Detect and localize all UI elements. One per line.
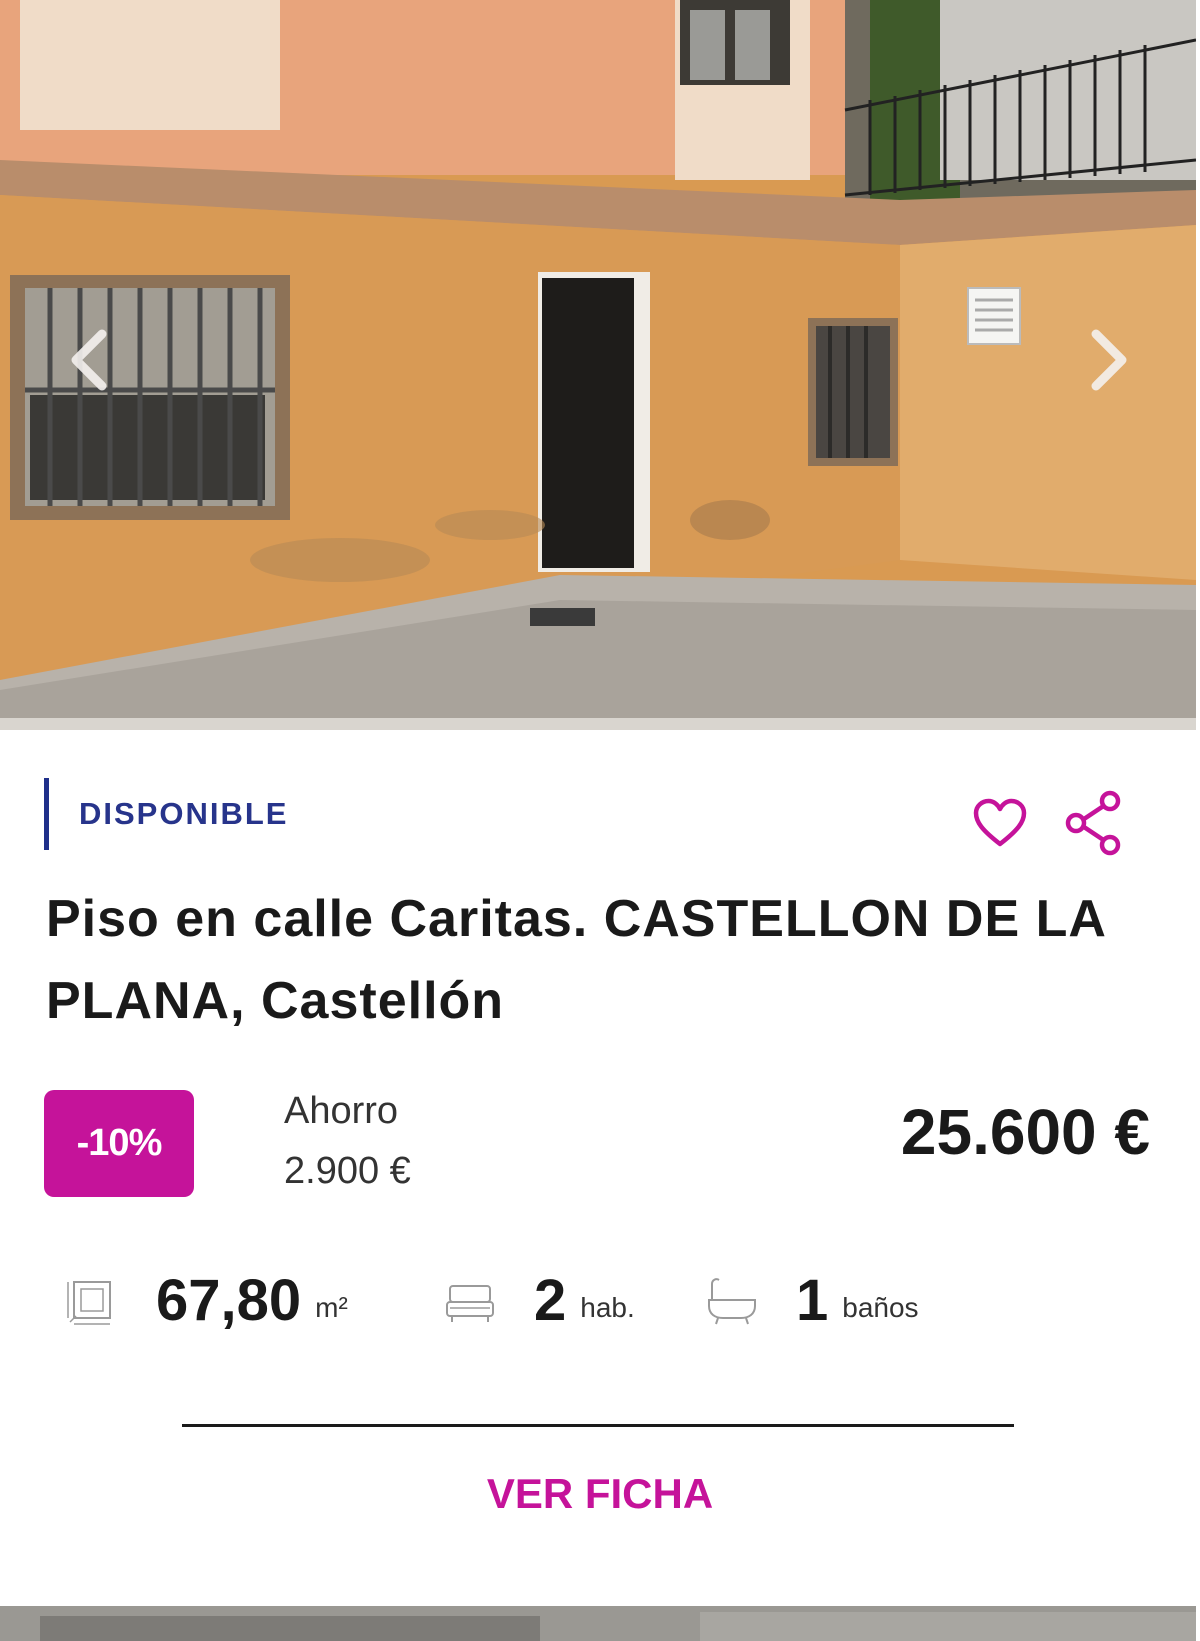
feature-area: 67,80 m²	[66, 1255, 348, 1345]
bedrooms-value: 2	[534, 1267, 567, 1333]
bathtub-icon	[708, 1278, 756, 1325]
area-unit: m²	[315, 1292, 348, 1323]
view-details-button[interactable]: VER FICHA	[0, 1470, 1200, 1518]
status-label: DISPONIBLE	[79, 796, 289, 831]
favorite-button[interactable]	[972, 796, 1028, 852]
savings-label: Ahorro	[284, 1090, 399, 1132]
chevron-left-icon	[71, 329, 107, 391]
property-photo[interactable]	[0, 0, 1196, 730]
share-icon	[1065, 790, 1121, 856]
property-card: DISPONIBLE Piso en calle Caritas. CASTEL…	[0, 0, 1200, 1600]
feature-bathrooms: 1 baños	[706, 1255, 919, 1345]
floorplan-icon	[67, 1281, 111, 1325]
photo-next-button[interactable]	[1080, 320, 1140, 400]
share-button[interactable]	[1062, 790, 1124, 856]
divider	[182, 1424, 1014, 1427]
area-value: 67,80	[156, 1267, 302, 1333]
photo-prev-button[interactable]	[58, 320, 118, 400]
bathrooms-value: 1	[796, 1267, 829, 1333]
discount-badge: -10%	[44, 1090, 194, 1197]
price: 25.600 €	[900, 1096, 1150, 1168]
property-title[interactable]: Piso en calle Caritas. CASTELLON DE LA P…	[46, 878, 1156, 1042]
heart-icon	[973, 798, 1027, 847]
bedrooms-unit: hab.	[580, 1292, 635, 1323]
status-bar	[44, 778, 49, 850]
status-badge: DISPONIBLE	[44, 778, 288, 850]
savings-value: 2.900 €	[284, 1150, 411, 1192]
feature-bedrooms: 2 hab.	[444, 1255, 635, 1345]
bed-icon	[446, 1285, 494, 1322]
features-row: 67,80 m² 2 hab. 1 baños	[66, 1255, 1146, 1345]
next-listing-photo[interactable]	[0, 1606, 1196, 1641]
bathrooms-unit: baños	[842, 1292, 919, 1323]
chevron-right-icon	[1091, 329, 1127, 391]
